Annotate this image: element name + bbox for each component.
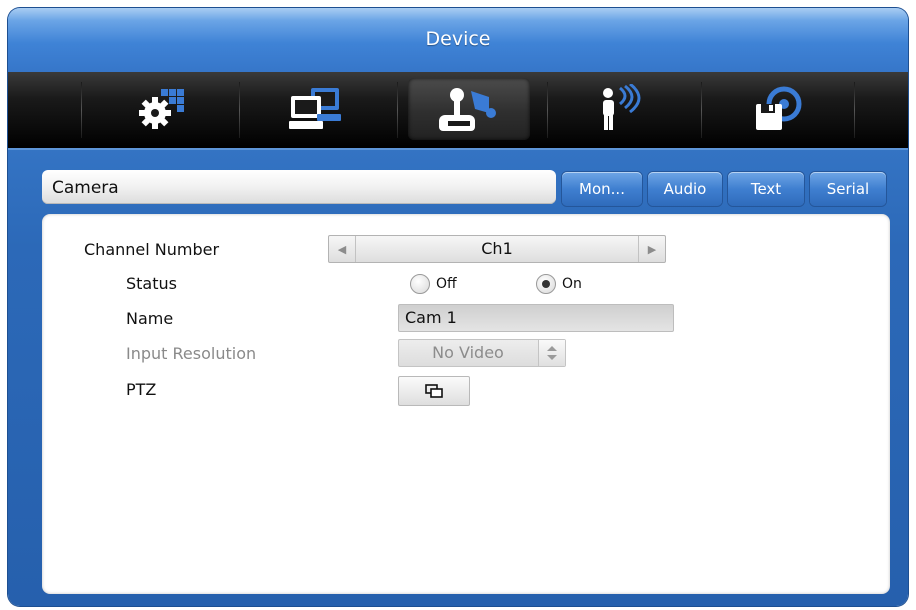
toolbar-separator [81,82,82,138]
device-window: Device Camera Mon... Audio Text Serial C… [8,8,908,606]
channel-prev-button[interactable]: ◀ [329,236,356,262]
toolbar-separator [239,82,240,138]
channel-number-label: Channel Number [84,240,220,259]
status-label: Status [126,274,177,293]
spinner-buttons[interactable] [538,340,565,366]
input-resolution-label: Input Resolution [126,344,257,363]
section-title: Camera [52,178,119,198]
gear-grid-icon [139,89,184,129]
toolbar-separator [547,82,548,138]
status-on-label: On [562,276,582,292]
spinner-up-icon [547,346,557,351]
disk-save-icon [756,86,802,130]
radio-selected-dot [542,280,550,288]
status-off-radio[interactable] [410,274,430,294]
toolbar-separator [701,82,702,138]
status-on-radio[interactable] [536,274,556,294]
tab-serial[interactable]: Serial [810,172,886,206]
category-system-setup[interactable] [99,78,221,140]
computer-network-icon [289,88,341,129]
channel-next-button[interactable]: ▶ [638,236,665,262]
camera-settings-panel: Channel Number ◀ Ch1 ▶ Status Off On Nam… [42,214,890,594]
section-header: Camera [42,170,556,204]
input-resolution-spinner[interactable]: No Video [398,339,566,367]
window-title: Device [425,28,491,50]
camera-name-field[interactable]: Cam 1 [398,304,674,332]
tab-monitor[interactable]: Mon... [562,172,642,206]
category-toolbar [8,72,908,150]
spinner-down-icon [547,355,557,360]
ptz-button[interactable] [398,376,470,406]
category-event[interactable] [564,78,686,140]
category-device[interactable] [408,78,530,140]
joystick-camera-icon [439,88,496,131]
camera-name-value: Cam 1 [405,308,457,327]
category-network[interactable] [254,78,376,140]
tab-text[interactable]: Text [728,172,804,206]
window-overlap-icon [425,384,443,398]
status-off-label: Off [436,276,457,292]
channel-value: Ch1 [481,239,513,258]
toolbar-separator [854,82,855,138]
input-resolution-value: No Video [432,343,504,362]
toolbar-separator [397,82,398,138]
channel-selector: ◀ Ch1 ▶ [328,235,666,263]
ptz-label: PTZ [126,380,157,399]
name-label: Name [126,309,174,328]
category-storage[interactable] [716,78,838,140]
title-bar: Device [8,8,908,72]
tab-audio[interactable]: Audio [648,172,722,206]
person-sensor-icon [603,84,641,130]
